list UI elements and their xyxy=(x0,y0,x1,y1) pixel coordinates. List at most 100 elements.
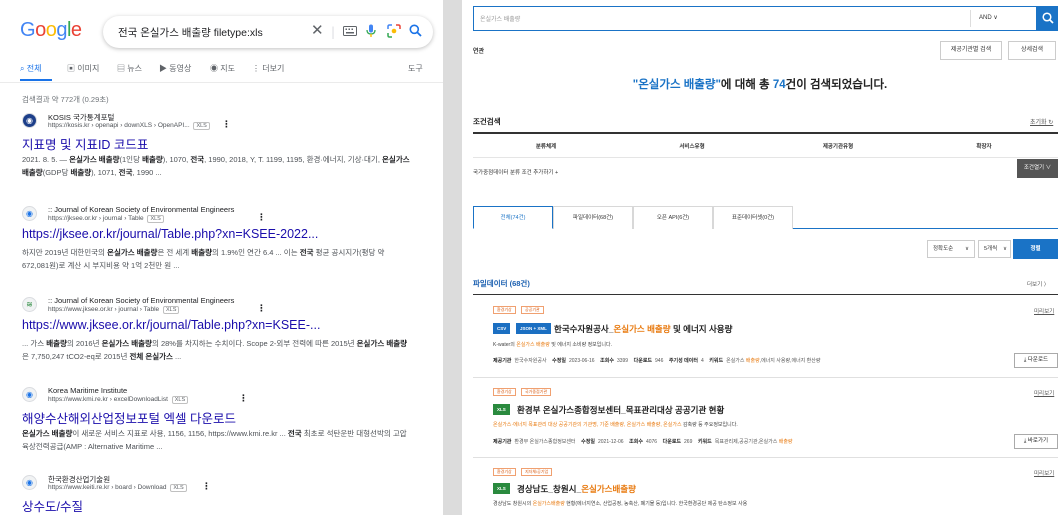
more-options-icon[interactable]: ⋮ xyxy=(202,482,211,492)
data-portal-panel: 온실가스 배출량 AND ∨ 연관 제공기관별 검색 상세검색 "온실가스 배출… xyxy=(462,0,1058,515)
result-url[interactable]: https://www.jksee.or.kr › journal › Tabl… xyxy=(48,306,180,314)
result-snippet: 2021. 8. 5. — 온실가스 배출량(1인당 배출량), 1070, 전… xyxy=(22,155,410,177)
video-icon: ▶ xyxy=(159,64,167,73)
related-label: 연관 xyxy=(473,49,485,55)
search-result: ◉ 한국환경산업기술원 https://www.keiti.re.kr › bo… xyxy=(22,474,417,515)
category-tag: 환경기상 xyxy=(493,306,516,314)
search-result: ◉ :: Journal of Korean Society of Enviro… xyxy=(22,205,417,285)
keyboard-icon[interactable] xyxy=(343,24,357,40)
result-title-link[interactable]: https://jksee.or.kr/journal/Table.php?xn… xyxy=(22,227,318,241)
operator-select[interactable]: AND ∨ xyxy=(970,10,1006,27)
more-options-icon[interactable]: ⋮ xyxy=(257,213,266,223)
format-badge: JSON + XML xyxy=(516,323,551,334)
org-search-button[interactable]: 제공기관별 검색 xyxy=(940,41,1002,60)
dataset-meta: 제공기관 한국수자원공사 수정일 2023-06-16 조회수 3399 다운로드 94… xyxy=(493,358,821,364)
search-input[interactable]: 온실가스 배출량 xyxy=(480,14,520,23)
result-headline: "온실가스 배출량"에 대해 총 74건이 검색되었습니다. xyxy=(632,79,888,91)
search-result: ◉ KOSIS 국가통계포털 https://kosis.kr › openap… xyxy=(22,112,417,192)
preview-link[interactable]: 미리보기 xyxy=(1034,469,1054,477)
map-pin-icon: ◉ xyxy=(210,64,218,73)
dataset-card: 환경기상 지자체/공기업 미리보기 XLS 경상남도_창원시_온실가스배출량 경… xyxy=(473,468,1058,515)
tab-tools[interactable]: 도구 xyxy=(408,63,423,74)
tab-maps[interactable]: ◉ 지도 xyxy=(210,63,235,74)
result-title-link[interactable]: https://www.jksee.or.kr/journal/Table.ph… xyxy=(22,318,320,332)
result-title-link[interactable]: 상수도/수질 xyxy=(22,496,83,515)
add-condition-link[interactable]: 국가중점데이터 분류 조건 추가하기 + xyxy=(473,168,558,176)
tab-news[interactable]: ▤ 뉴스 xyxy=(117,63,142,74)
sort-order-select[interactable]: 정확도순 ∨ xyxy=(927,240,975,258)
mic-icon[interactable] xyxy=(366,24,376,42)
site-favicon: ◉ xyxy=(22,113,37,128)
result-url[interactable]: https://kosis.kr › openapi › downXLS › O… xyxy=(48,122,210,130)
divider: | xyxy=(331,25,336,39)
chevron-down-icon: ∨ xyxy=(964,246,969,252)
logo-letter: e xyxy=(70,19,82,41)
tab-videos[interactable]: ▶ 동영상 xyxy=(159,63,191,74)
divider xyxy=(473,294,1058,295)
detail-search-button[interactable]: 상세검색 xyxy=(1008,41,1056,60)
download-button[interactable]: ⤓ 다운로드 xyxy=(1014,353,1058,368)
dataset-description: K-water의 온실가스 배출량 및 에너지 소비량 정보입니다. xyxy=(493,342,612,348)
more-options-icon[interactable]: ⋮ xyxy=(257,304,266,314)
dataset-title-link[interactable]: 경상남도_창원시_온실가스배출량 xyxy=(517,483,636,495)
result-title-link[interactable]: 지표명 및 지표ID 코드표 xyxy=(22,134,148,153)
dataset-title-link[interactable]: 한국수자원공사_온실가스 배출량 및 에너지 사용량 xyxy=(554,323,732,335)
page-size-select[interactable]: 5개씩 ∨ xyxy=(978,240,1011,258)
search-query[interactable]: 전국 온실가스 배출량 filetype:xls xyxy=(118,25,263,40)
more-options-icon[interactable]: ⋮ xyxy=(239,394,248,404)
chevron-down-icon: ∨ xyxy=(1002,246,1007,252)
tab-standard-dataset[interactable]: 표준데이터셋(0건) xyxy=(713,206,793,229)
result-site-name: :: Journal of Korean Society of Environm… xyxy=(48,296,235,305)
more-link[interactable]: 더보기 〉 xyxy=(1027,280,1049,288)
portal-search-box[interactable]: 온실가스 배출량 AND ∨ xyxy=(473,6,1037,31)
result-snippet: 하지만 2019년 대한민국의 온실가스 배출량은 전 세계 배출량의 1.9%… xyxy=(22,248,385,270)
tab-more[interactable]: ⋮ 더보기 xyxy=(252,63,284,74)
search-result: ≋ :: Journal of Korean Society of Enviro… xyxy=(22,296,417,376)
divider xyxy=(0,82,443,83)
result-title-link[interactable]: 해양수산해외산업정보포털 엑셀 다운로드 xyxy=(22,408,236,427)
search-button[interactable] xyxy=(1037,6,1058,31)
open-conditions-button[interactable]: 조건열기 ∨ xyxy=(1017,159,1058,178)
dataset-meta: 제공기관 환경부 온실가스종합정보센터 수정일 2021-12-06 조회수 4076… xyxy=(493,439,793,445)
dataset-card: 환경기상 공공기관 미리보기 CSV JSON + XML 한국수자원공사_온실… xyxy=(473,306,1058,378)
section-title: 파일데이터 (68건) xyxy=(473,279,530,288)
result-snippet: 온실가스 배출량이 새로운 서비스 지표로 사용, 1156, 1156, ht… xyxy=(22,429,407,451)
result-url[interactable]: https://www.kmi.re.kr › excelDownloadLis… xyxy=(48,396,189,404)
google-results-panel: Google 전국 온실가스 배출량 filetype:xls ✕ | ⌕ 전체… xyxy=(0,0,443,515)
filter-extension[interactable]: 확장자 xyxy=(911,142,1057,150)
google-search-box[interactable]: 전국 온실가스 배출량 filetype:xls ✕ | xyxy=(103,16,433,48)
dataset-title-link[interactable]: 환경부 온실가스종합정보센터_목표관리대상 공공기관 현황 xyxy=(517,404,724,416)
site-favicon: ◉ xyxy=(22,387,37,402)
google-tab-bar: ⌕ 전체 ▣ 이미지 ▤ 뉴스 ▶ 동영상 ◉ 지도 ⋮ 더보기 도구 xyxy=(20,63,430,79)
tab-images[interactable]: ▣ 이미지 xyxy=(67,63,99,74)
goto-button[interactable]: ⤓ 바로가기 xyxy=(1014,434,1058,449)
google-logo[interactable]: Google xyxy=(20,19,82,42)
format-badge: CSV xyxy=(493,323,511,334)
preview-link[interactable]: 미리보기 xyxy=(1034,307,1054,315)
preview-link[interactable]: 미리보기 xyxy=(1034,389,1054,397)
result-tab-bar: 전체(74건) 파일데이터(68건) 오픈 API(6건) 표준데이터셋(0건) xyxy=(473,206,1058,229)
category-tag: 환경기상 xyxy=(493,388,516,396)
result-site-name: :: Journal of Korean Society of Environm… xyxy=(48,205,235,214)
clear-icon[interactable]: ✕ xyxy=(311,22,324,38)
condition-search-title: 조건검색 xyxy=(473,117,501,126)
news-icon: ▤ xyxy=(117,64,125,73)
condition-filter-row: 분류체계 서비스유형 제공기관유형 확장자 xyxy=(473,134,1058,158)
tab-all[interactable]: ⌕ 전체 xyxy=(20,63,41,74)
filetype-badge: XLS xyxy=(170,484,187,492)
tab-open-api[interactable]: 오픈 API(6건) xyxy=(633,206,713,229)
search-icon[interactable] xyxy=(409,24,422,41)
tab-all[interactable]: 전체(74건) xyxy=(473,206,553,229)
reset-button[interactable]: 초기화 ↻ xyxy=(1030,117,1053,126)
sort-button[interactable]: 정렬 xyxy=(1013,239,1058,259)
tab-file-data[interactable]: 파일데이터(68건) xyxy=(553,206,633,229)
lens-icon[interactable] xyxy=(387,24,401,42)
result-url[interactable]: https://jksee.or.kr › journal › Table XL… xyxy=(48,215,164,223)
result-url[interactable]: https://www.keiti.re.kr › board › Downlo… xyxy=(48,484,187,492)
more-options-icon[interactable]: ⋮ xyxy=(222,120,231,130)
filter-category[interactable]: 분류체계 xyxy=(473,142,619,150)
filter-org-type[interactable]: 제공기관유형 xyxy=(765,142,911,150)
filter-service-type[interactable]: 서비스유형 xyxy=(619,142,765,150)
org-type-tag: 공공기관 xyxy=(521,306,544,314)
category-tag: 환경기상 xyxy=(493,468,516,476)
